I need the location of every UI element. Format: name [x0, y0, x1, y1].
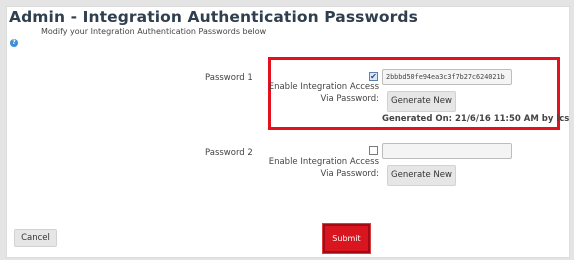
- password2-value-field[interactable]: [382, 143, 512, 159]
- content-panel: [6, 6, 570, 258]
- submit-button[interactable]: Submit: [323, 224, 370, 253]
- password2-enable-line2: Via Password:: [320, 169, 379, 179]
- password2-enable-line1: Enable Integration Access: [268, 157, 379, 167]
- password1-generate-button[interactable]: Generate New: [387, 91, 456, 112]
- password1-enable-checkbox[interactable]: ✔: [369, 72, 378, 81]
- password1-value-field[interactable]: 2bbbd50fe94ea3c3f7b27c624021b: [382, 69, 512, 85]
- help-icon[interactable]: ?: [10, 39, 18, 47]
- password2-generate-button[interactable]: Generate New: [387, 165, 456, 186]
- cancel-button[interactable]: Cancel: [14, 229, 57, 247]
- password1-enable-line2: Via Password:: [320, 94, 379, 104]
- password1-enable-label: Enable Integration Access Via Password:: [269, 81, 379, 105]
- password1-label: Password 1: [205, 73, 253, 83]
- password1-generated-on: Generated On: 21/6/16 11:50 AM by ics: [382, 114, 570, 124]
- page-subtitle: Modify your Integration Authentication P…: [41, 27, 267, 36]
- password1-enable-line1: Enable Integration Access: [268, 82, 379, 92]
- password2-enable-label: Enable Integration Access Via Password:: [269, 156, 379, 180]
- password2-label: Password 2: [205, 148, 253, 158]
- password2-enable-checkbox[interactable]: [369, 146, 378, 155]
- page-title: Admin - Integration Authentication Passw…: [9, 8, 418, 26]
